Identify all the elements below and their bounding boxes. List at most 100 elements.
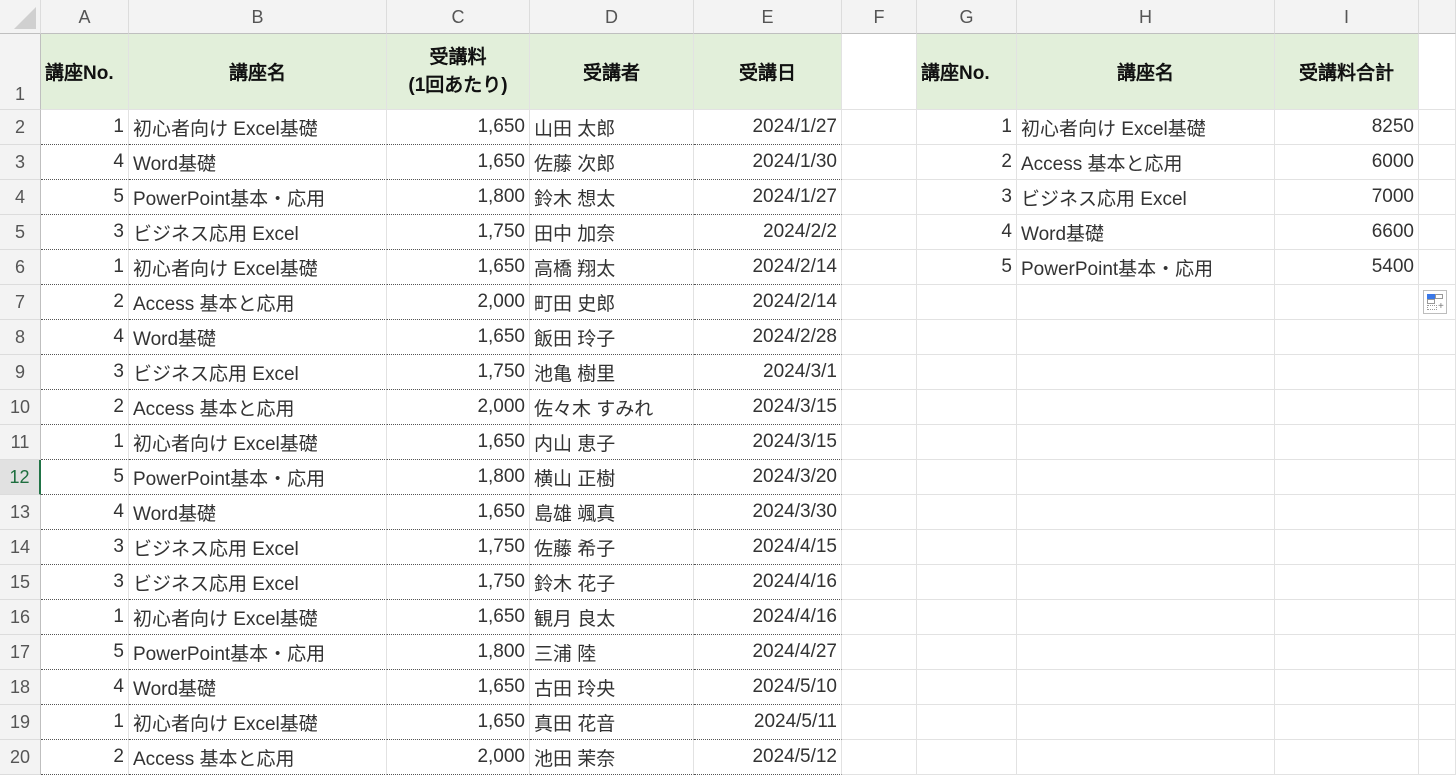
cell-course-no[interactable]: 2 — [41, 390, 129, 425]
summary-cell-course-name[interactable]: PowerPoint基本・応用 — [1017, 250, 1275, 285]
cell-fee[interactable]: 1,650 — [387, 705, 530, 740]
cell-empty[interactable] — [917, 460, 1017, 495]
cell-empty[interactable] — [917, 425, 1017, 460]
cell-empty[interactable] — [1275, 740, 1419, 775]
row-header-7[interactable]: 7 — [0, 285, 41, 320]
cell-empty[interactable] — [1419, 180, 1456, 215]
cell-student[interactable]: 三浦 陸 — [530, 635, 694, 670]
cell-course-no[interactable]: 5 — [41, 180, 129, 215]
cell-fee[interactable]: 1,800 — [387, 460, 530, 495]
cell-course-name[interactable]: Access 基本と応用 — [129, 285, 387, 320]
cell-fee[interactable]: 1,650 — [387, 495, 530, 530]
cell-course-name[interactable]: PowerPoint基本・応用 — [129, 460, 387, 495]
cell-course-name[interactable]: 初心者向け Excel基礎 — [129, 705, 387, 740]
row-header-13[interactable]: 13 — [0, 495, 41, 530]
cell-empty[interactable] — [1419, 670, 1456, 705]
cell-course-no[interactable]: 3 — [41, 355, 129, 390]
header-course-name[interactable]: 講座名 — [129, 34, 387, 110]
column-header-h[interactable]: H — [1017, 0, 1275, 34]
cell-empty[interactable] — [1275, 355, 1419, 390]
summary-cell-course-name[interactable]: Word基礎 — [1017, 215, 1275, 250]
cell-fee[interactable]: 1,750 — [387, 530, 530, 565]
cell-empty[interactable] — [842, 390, 917, 425]
summary-cell-course-name[interactable]: ビジネス応用 Excel — [1017, 180, 1275, 215]
cell-empty[interactable] — [842, 495, 917, 530]
cell-fee[interactable]: 1,650 — [387, 145, 530, 180]
summary-cell-course-name[interactable]: Access 基本と応用 — [1017, 145, 1275, 180]
cell-fee[interactable]: 1,650 — [387, 250, 530, 285]
summary-cell-total-fee[interactable]: 5400 — [1275, 250, 1419, 285]
cell-empty[interactable] — [1017, 495, 1275, 530]
cell-fee[interactable]: 1,800 — [387, 635, 530, 670]
cell-empty[interactable] — [917, 740, 1017, 775]
row-header-19[interactable]: 19 — [0, 705, 41, 740]
cell-empty[interactable] — [1017, 460, 1275, 495]
cell-course-no[interactable]: 3 — [41, 565, 129, 600]
cell-student[interactable]: 佐藤 次郎 — [530, 145, 694, 180]
cell-empty[interactable] — [842, 670, 917, 705]
cell-student[interactable]: 池田 茉奈 — [530, 740, 694, 775]
cell-empty[interactable] — [842, 705, 917, 740]
cell-course-no[interactable]: 1 — [41, 425, 129, 460]
cell-empty[interactable] — [917, 390, 1017, 425]
cell-empty[interactable] — [842, 425, 917, 460]
cell-empty[interactable] — [842, 250, 917, 285]
cell-student[interactable]: 田中 加奈 — [530, 215, 694, 250]
column-header-i[interactable]: I — [1275, 0, 1419, 34]
summary-cell-course-no[interactable]: 3 — [917, 180, 1017, 215]
cell-empty[interactable] — [1017, 285, 1275, 320]
cell-empty[interactable] — [1419, 600, 1456, 635]
cell-empty[interactable] — [1275, 705, 1419, 740]
cell-date[interactable]: 2024/5/12 — [694, 740, 842, 775]
header-date[interactable]: 受講日 — [694, 34, 842, 110]
cell-empty[interactable] — [1275, 670, 1419, 705]
cell-course-name[interactable]: PowerPoint基本・応用 — [129, 635, 387, 670]
cell-course-no[interactable]: 5 — [41, 460, 129, 495]
cell-empty[interactable] — [1017, 355, 1275, 390]
row-header-20[interactable]: 20 — [0, 740, 41, 775]
cell-empty[interactable] — [1275, 530, 1419, 565]
cell-fee[interactable]: 1,650 — [387, 425, 530, 460]
cell-course-name[interactable]: 初心者向け Excel基礎 — [129, 600, 387, 635]
cell-student[interactable]: 高橋 翔太 — [530, 250, 694, 285]
cell-date[interactable]: 2024/2/14 — [694, 285, 842, 320]
cell-empty[interactable] — [1275, 460, 1419, 495]
summary-cell-course-no[interactable]: 4 — [917, 215, 1017, 250]
cell-student[interactable]: 山田 太郎 — [530, 110, 694, 145]
cell-student[interactable]: 島雄 颯真 — [530, 495, 694, 530]
column-header-e[interactable]: E — [694, 0, 842, 34]
cell-empty[interactable] — [1419, 355, 1456, 390]
cell-date[interactable]: 2024/2/28 — [694, 320, 842, 355]
cell-date[interactable]: 2024/3/1 — [694, 355, 842, 390]
cell-date[interactable]: 2024/4/16 — [694, 600, 842, 635]
cell-empty[interactable] — [1419, 215, 1456, 250]
column-header-blank[interactable] — [1419, 0, 1456, 34]
cell-fee[interactable]: 2,000 — [387, 285, 530, 320]
cell-empty[interactable] — [1419, 495, 1456, 530]
cell-course-no[interactable]: 4 — [41, 145, 129, 180]
row-header-1[interactable]: 1 — [0, 34, 41, 110]
cell-empty[interactable] — [842, 110, 917, 145]
header-student[interactable]: 受講者 — [530, 34, 694, 110]
cell-course-no[interactable]: 4 — [41, 670, 129, 705]
row-header-10[interactable]: 10 — [0, 390, 41, 425]
cell-empty[interactable] — [917, 320, 1017, 355]
cell-empty[interactable] — [1419, 565, 1456, 600]
cell-date[interactable]: 2024/4/15 — [694, 530, 842, 565]
cell-empty[interactable] — [1419, 250, 1456, 285]
cell-empty[interactable] — [917, 530, 1017, 565]
row-header-3[interactable]: 3 — [0, 145, 41, 180]
summary-header-course-no[interactable]: 講座No. — [917, 34, 1017, 110]
cell-course-no[interactable]: 1 — [41, 600, 129, 635]
cell-course-no[interactable]: 4 — [41, 495, 129, 530]
cell-fee[interactable]: 2,000 — [387, 740, 530, 775]
cell-course-name[interactable]: ビジネス応用 Excel — [129, 355, 387, 390]
cell-empty[interactable] — [917, 635, 1017, 670]
cell-student[interactable]: 真田 花音 — [530, 705, 694, 740]
cell-course-no[interactable]: 3 — [41, 530, 129, 565]
cell-empty[interactable] — [1275, 635, 1419, 670]
cell-f1[interactable] — [842, 34, 917, 110]
cell-course-no[interactable]: 2 — [41, 285, 129, 320]
cell-course-name[interactable]: PowerPoint基本・応用 — [129, 180, 387, 215]
cell-empty[interactable] — [1419, 460, 1456, 495]
